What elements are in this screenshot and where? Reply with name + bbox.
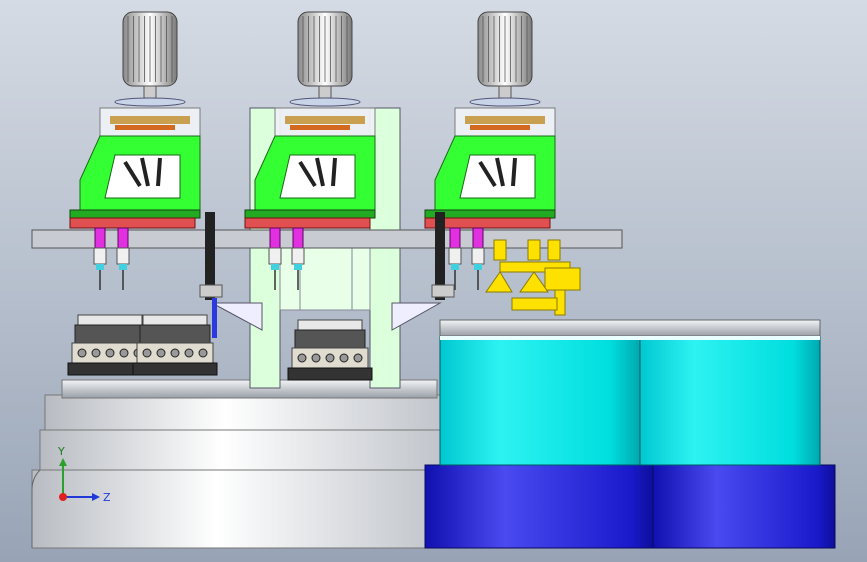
cad-viewport[interactable]: Y Z (0, 0, 867, 562)
workpiece-chuck-2 (132, 314, 218, 376)
triad-y-label: Y (57, 445, 65, 458)
blue-pedestal (424, 464, 836, 549)
workpiece-chuck-3 (287, 319, 373, 381)
cyan-drums (439, 319, 821, 466)
triad-z-label: Z (103, 491, 111, 504)
machine-base (31, 379, 446, 549)
